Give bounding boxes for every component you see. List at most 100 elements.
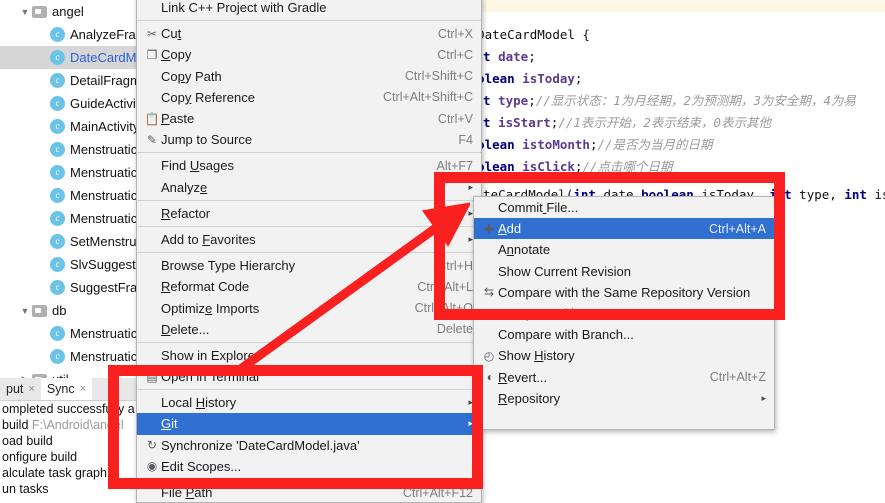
menu-item-7[interactable]: Find Usages Alt+F7 [137, 155, 481, 176]
tree-twisty-icon[interactable] [36, 350, 50, 364]
tree-twisty-icon[interactable] [36, 143, 50, 157]
menu-item-4[interactable]: Copy Reference Ctrl+Alt+Shift+C [137, 87, 481, 108]
build-tab-1[interactable]: Sync × [40, 378, 93, 400]
menu-item-17[interactable]: Local History ▸ [137, 392, 481, 413]
tree-item-0[interactable]: ▼ angel [0, 0, 140, 23]
tree-item-6[interactable]: c Menstruatic [0, 138, 140, 161]
tree-twisty-icon[interactable] [36, 28, 50, 42]
close-icon[interactable]: × [80, 383, 86, 395]
tree-twisty-icon[interactable] [36, 120, 50, 134]
menu-item-5[interactable]: 📋 Paste Ctrl+V [137, 108, 481, 129]
tree-item-15[interactable]: c Menstruatic [0, 345, 140, 368]
code-line-6: boolean isClick;//点击哪个日期 [462, 160, 673, 174]
menu-item-label: Local History [161, 395, 237, 411]
menu-item-16[interactable]: ▤ Open in Terminal [137, 366, 481, 387]
menu-item-1[interactable]: ✚ Add Ctrl+Alt+A [474, 218, 774, 240]
editor-top-strip [462, 0, 885, 12]
menu-item-20[interactable]: ◉ Edit Scopes... [137, 456, 481, 477]
close-icon[interactable]: × [28, 383, 34, 395]
tree-item-label: Menstruatic [70, 326, 138, 341]
build-tab-label: put [6, 382, 24, 396]
menu-item-8[interactable]: Analyze ▸ [137, 177, 481, 198]
tree-twisty-icon[interactable] [36, 97, 50, 111]
menu-item-18[interactable]: Git ▸ [137, 413, 481, 435]
tree-twisty-icon[interactable] [36, 281, 50, 295]
menu-item-label: Jump to Source [161, 132, 253, 148]
menu-item-3[interactable]: Show Current Revision [474, 261, 774, 282]
tree-item-13[interactable]: ▼ db [0, 299, 140, 322]
menu-item-19[interactable]: ↻ Synchronize 'DateCardModel.java' [137, 435, 481, 456]
build-log-line-3: onfigure build [2, 450, 78, 464]
build-tool-tabs[interactable]: put × Sync × [0, 378, 140, 401]
tree-twisty-icon[interactable] [36, 189, 50, 203]
menu-item-2[interactable]: ❐ Copy Ctrl+C [137, 44, 481, 65]
tree-item-12[interactable]: c SuggestFrag [0, 276, 140, 299]
tree-item-14[interactable]: c Menstruatic [0, 322, 140, 345]
menu-item-10[interactable]: Add to Favorites ▸ [137, 229, 481, 250]
tree-item-2[interactable]: c DateCardM [0, 46, 140, 69]
tree-item-11[interactable]: c SlvSuggestA [0, 253, 140, 276]
build-log: ompleted successfully a build F:\Android\… [0, 401, 140, 497]
tree-item-9[interactable]: c Menstruatic [0, 207, 140, 230]
tree-item-label: db [52, 303, 67, 318]
build-tab-0[interactable]: put × [0, 378, 41, 400]
java-class-icon: c [50, 257, 65, 272]
project-tree-panel[interactable]: ▼ angel c AnalyzeFran c DateCardM c DetailFragm… [0, 0, 140, 378]
tree-item-10[interactable]: c SetMenstrua [0, 230, 140, 253]
tree-item-4[interactable]: c GuideActivit [0, 92, 140, 115]
menu-separator [137, 20, 481, 22]
tree-twisty-icon[interactable] [36, 327, 50, 341]
menu-item-9[interactable]: Refactor ▸ [137, 203, 481, 224]
menu-item-7[interactable]: ◴ Show History [474, 345, 774, 366]
tree-twisty-icon[interactable] [36, 258, 50, 272]
menu-item-3[interactable]: Copy Path Ctrl+Shift+C [137, 66, 481, 87]
revert-icon: ◖ [485, 370, 493, 385]
compare-arrows-icon: ⇆ [483, 285, 495, 300]
tree-twisty-icon[interactable] [36, 166, 50, 180]
code-token: //点击哪个日期 [582, 159, 673, 174]
tree-twisty-icon[interactable]: ▼ [18, 304, 32, 318]
menu-item-shortcut: Alt+F7 [436, 158, 473, 173]
menu-item-0[interactable]: Link C++ Project with Gradle [137, 0, 481, 18]
chevron-right-icon: ▸ [761, 392, 766, 403]
menu-item-label: Copy [161, 47, 192, 63]
menu-item-shortcut: Ctrl+Alt+O [414, 301, 473, 316]
build-tool-window[interactable]: put × Sync × ompleted successfully a build F… [0, 378, 140, 501]
menu-separator [137, 152, 481, 154]
menu-item-2[interactable]: Annotate [474, 239, 774, 260]
menu-item-0[interactable]: Commit File... [474, 197, 774, 218]
menu-item-label: Delete... [161, 321, 210, 337]
menu-item-1[interactable]: ✂ Cut Ctrl+X [137, 23, 481, 44]
menu-item-label: Reformat Code [161, 279, 250, 295]
tree-item-1[interactable]: c AnalyzeFran [0, 23, 140, 46]
menu-item-8[interactable]: ◖ Revert... Ctrl+Alt+Z [474, 367, 774, 388]
menu-item-6[interactable]: Compare with Branch... [474, 324, 774, 345]
menu-item-21[interactable]: File Path Ctrl+Alt+F12 [137, 482, 481, 502]
menu-item-shortcut: Ctrl+V [437, 111, 473, 126]
menu-item-4[interactable]: ⇆ Compare with the Same Repository Versio… [474, 282, 774, 303]
build-log-line-5: un tasks [2, 482, 49, 496]
tree-item-5[interactable]: c MainActivity [0, 115, 140, 138]
tree-item-label: Menstruatic [70, 349, 138, 364]
tree-twisty-icon[interactable] [36, 74, 50, 88]
file-context-menu[interactable]: Link C++ Project with Gradle ✂ Cut Ctrl+X ❐ C… [136, 0, 482, 503]
menu-item-6[interactable]: ✎ Jump to Source F4 [137, 129, 481, 150]
tree-twisty-icon[interactable] [36, 235, 50, 249]
menu-item-14[interactable]: Delete... Delete [137, 319, 481, 340]
git-submenu[interactable]: Commit File... ✚ Add Ctrl+Alt+A Annotate Show… [473, 196, 775, 430]
tree-twisty-icon[interactable]: ▼ [18, 5, 32, 19]
tree-twisty-icon[interactable] [36, 212, 50, 226]
menu-item-11[interactable]: Browse Type Hierarchy Ctrl+H [137, 255, 481, 276]
java-class-icon: c [50, 211, 65, 226]
menu-item-12[interactable]: Reformat Code Ctrl+Alt+L [137, 276, 481, 297]
menu-item-9[interactable]: Repository ▸ [474, 388, 774, 409]
tree-item-16[interactable]: ▶util [0, 368, 140, 378]
menu-item-15[interactable]: Show in Explorer [137, 345, 481, 366]
tree-item-8[interactable]: c Menstruatic [0, 184, 140, 207]
tree-item-3[interactable]: c DetailFragm [0, 69, 140, 92]
menu-item-5[interactable]: Compare with... [474, 303, 774, 324]
tree-twisty-icon[interactable] [36, 51, 50, 65]
tree-item-7[interactable]: c Menstruatic [0, 161, 140, 184]
menu-item-13[interactable]: Optimize Imports Ctrl+Alt+O [137, 297, 481, 318]
menu-item-label: Analyze [161, 179, 208, 195]
